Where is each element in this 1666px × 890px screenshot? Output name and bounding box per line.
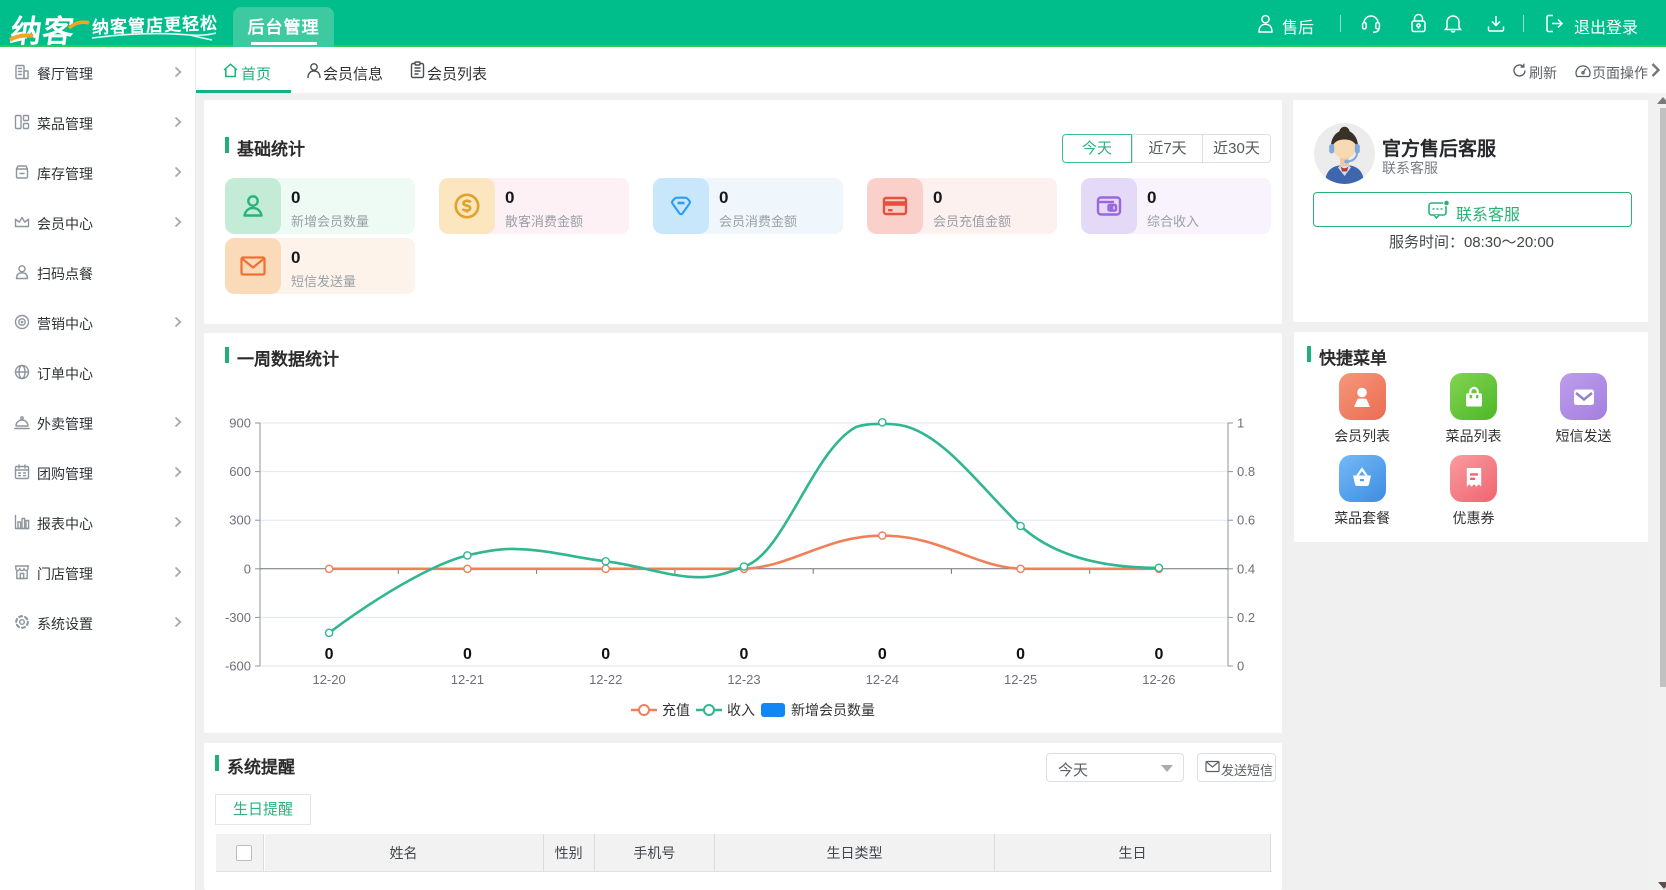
- svg-text:0.8: 0.8: [1237, 464, 1255, 479]
- svg-text:0.2: 0.2: [1237, 610, 1255, 625]
- svg-text:12-21: 12-21: [451, 672, 484, 687]
- svg-text:新增会员数量: 新增会员数量: [791, 702, 875, 718]
- svg-text:0: 0: [244, 561, 251, 576]
- svg-text:0: 0: [878, 646, 887, 663]
- svg-text:0: 0: [325, 646, 334, 663]
- svg-text:12-24: 12-24: [866, 672, 899, 687]
- svg-text:-600: -600: [225, 659, 251, 674]
- svg-text:0: 0: [1154, 646, 1163, 663]
- svg-text:12-22: 12-22: [589, 672, 622, 687]
- svg-text:900: 900: [229, 416, 251, 431]
- svg-text:12-25: 12-25: [1004, 672, 1037, 687]
- svg-text:-300: -300: [225, 610, 251, 625]
- svg-text:0.6: 0.6: [1237, 513, 1255, 528]
- svg-text:1: 1: [1237, 416, 1244, 431]
- svg-text:12-20: 12-20: [312, 672, 345, 687]
- svg-text:300: 300: [229, 513, 251, 528]
- svg-text:0: 0: [1016, 646, 1025, 663]
- svg-text:充值: 充值: [662, 702, 690, 718]
- svg-text:0: 0: [1237, 659, 1244, 674]
- svg-text:收入: 收入: [727, 702, 755, 718]
- svg-text:0: 0: [463, 646, 472, 663]
- svg-text:0: 0: [601, 646, 610, 663]
- svg-text:12-26: 12-26: [1142, 672, 1175, 687]
- svg-text:0.4: 0.4: [1237, 561, 1255, 576]
- svg-text:0: 0: [740, 646, 749, 663]
- svg-text:600: 600: [229, 464, 251, 479]
- svg-text:12-23: 12-23: [727, 672, 760, 687]
